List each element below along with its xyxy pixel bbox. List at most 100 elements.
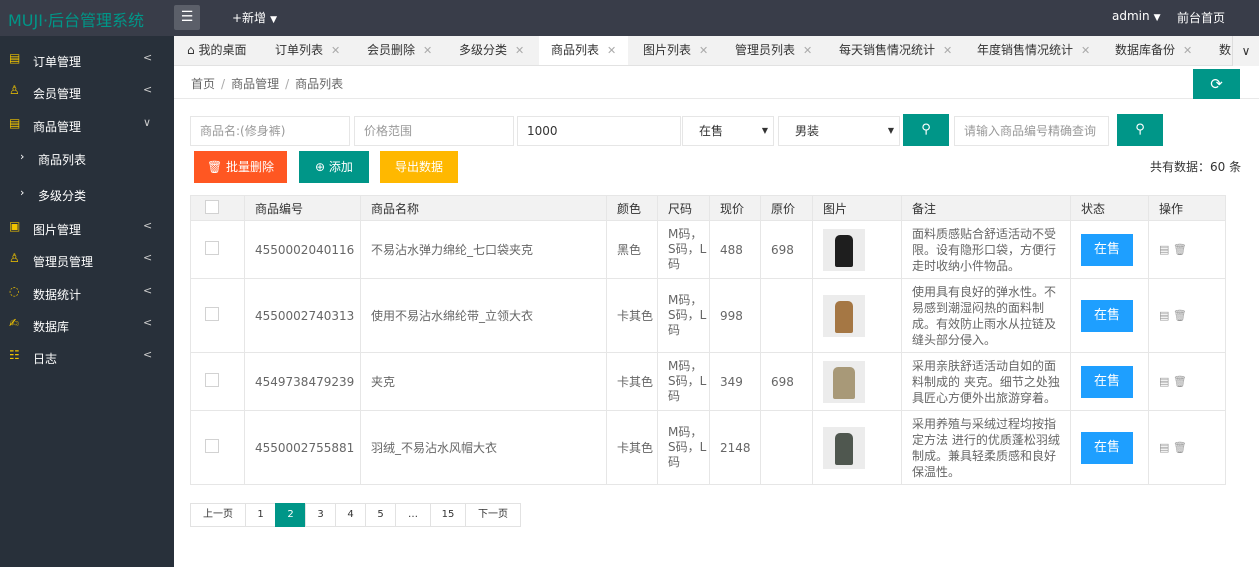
chevron-down-icon[interactable]: ∨ [1232, 36, 1259, 66]
trash-icon[interactable]: 🗑 [1173, 375, 1187, 388]
sidebar-item-logs[interactable]: ☷ 日志 < [0, 341, 174, 373]
close-icon[interactable]: ✕ [1081, 44, 1090, 57]
row-checkbox[interactable] [205, 373, 219, 387]
menu-toggle-icon[interactable]: ☰ [174, 5, 200, 30]
row-checkbox[interactable] [205, 241, 219, 255]
cell-status: 在售 [1070, 352, 1149, 411]
close-icon[interactable]: ✕ [803, 44, 812, 57]
select-all-checkbox[interactable] [205, 199, 219, 214]
cell-price: 998 [709, 278, 761, 353]
add-button[interactable]: ⊕ 添加 [299, 151, 369, 183]
edit-icon[interactable]: ▤ [1159, 243, 1169, 256]
export-button[interactable]: 导出数据 [380, 151, 458, 183]
trash-icon[interactable]: 🗑 [1173, 309, 1187, 322]
sidebar-item-product-list[interactable]: › 商品列表 [0, 143, 174, 175]
code-search-button[interactable]: ⚲ [1117, 114, 1163, 146]
tab-more-partial[interactable]: 数 [1219, 36, 1231, 65]
product-thumbnail[interactable] [823, 294, 865, 337]
edit-icon[interactable]: ▤ [1159, 309, 1169, 322]
close-icon[interactable]: ✕ [423, 44, 432, 57]
page-4[interactable]: 4 [335, 503, 366, 527]
search-button[interactable]: ⚲ [903, 114, 949, 146]
tab-images[interactable]: 图片列表 ✕ [643, 36, 708, 65]
close-icon[interactable]: ✕ [515, 44, 524, 57]
new-dropdown[interactable]: +新增 ▼ [232, 9, 277, 26]
sidebar-item-products[interactable]: ▤ 商品管理 ∨ [0, 109, 174, 141]
breadcrumb-section[interactable]: 商品管理 [231, 77, 279, 91]
page-1[interactable]: 1 [245, 503, 276, 527]
tab-categories[interactable]: 多级分类 ✕ [459, 36, 524, 65]
breadcrumb-home[interactable]: 首页 [191, 77, 215, 91]
page-15[interactable]: 15 [430, 503, 466, 527]
sidebar-item-admins[interactable]: ♙ 管理员管理 < [0, 244, 174, 276]
cell-name: 使用不易沾水绵纶带_立领大衣 [360, 278, 607, 353]
refresh-icon[interactable]: ⟳ [1193, 69, 1240, 99]
sidebar-item-orders[interactable]: ▤ 订单管理 < [0, 44, 174, 76]
cell-color: 卡其色 [606, 352, 658, 411]
status-select[interactable]: 在售 ▼ [682, 116, 774, 146]
edit-icon[interactable]: ▤ [1159, 375, 1169, 388]
table-row: 4550002040116 不易沾水弹力绵纶_七口袋夹克 黑色 M码，S码，L码… [190, 220, 1226, 279]
close-icon[interactable]: ✕ [943, 44, 952, 57]
status-badge[interactable]: 在售 [1081, 299, 1133, 332]
page-prev[interactable]: 上一页 [190, 503, 246, 527]
tab-product-list[interactable]: 商品列表 ✕ [539, 36, 629, 65]
row-checkbox-cell [190, 352, 245, 411]
product-code-input[interactable]: 请输入商品编号精确查询 [954, 116, 1109, 146]
user-menu[interactable]: admin ▼ [1112, 9, 1161, 23]
status-badge[interactable]: 在售 [1081, 365, 1133, 398]
tab-member-delete[interactable]: 会员删除 ✕ [367, 36, 432, 65]
price-range-input[interactable]: 价格范围 [354, 116, 514, 146]
trash-icon[interactable]: 🗑 [1173, 441, 1187, 454]
sidebar-item-members[interactable]: ♙ 会员管理 < [0, 76, 174, 108]
status-badge[interactable]: 在售 [1081, 233, 1133, 266]
cell-actions: ▤ 🗑 [1148, 220, 1226, 279]
tab-daily-sales[interactable]: 每天销售情况统计 ✕ [839, 36, 952, 65]
close-icon[interactable]: ✕ [607, 44, 616, 57]
price-value-input[interactable]: 1000 [517, 116, 681, 146]
trash-icon[interactable]: 🗑 [1173, 243, 1187, 256]
product-thumbnail[interactable] [823, 360, 865, 403]
product-thumbnail[interactable] [823, 426, 865, 469]
page-next[interactable]: 下一页 [465, 503, 521, 527]
tab-admins[interactable]: 管理员列表 ✕ [735, 36, 812, 65]
sidebar-item-images[interactable]: ▣ 图片管理 < [0, 212, 174, 244]
user-icon: ♙ [9, 83, 20, 97]
front-page-link[interactable]: 前台首页 [1177, 9, 1225, 26]
cell-status: 在售 [1070, 220, 1149, 279]
row-checkbox[interactable] [205, 439, 219, 453]
close-icon[interactable]: ✕ [331, 44, 340, 57]
product-thumbnail[interactable] [823, 228, 865, 271]
select-all-checkbox-cell [190, 195, 245, 221]
sidebar-item-database[interactable]: ✍ 数据库 < [0, 309, 174, 341]
cell-code: 4550002755881 [244, 410, 361, 485]
app-logo[interactable]: MUJI·后台管理系统 [8, 7, 144, 31]
status-badge[interactable]: 在售 [1081, 431, 1133, 464]
batch-delete-label: 批量删除 [226, 160, 275, 174]
user-icon: ♙ [9, 251, 20, 265]
row-checkbox[interactable] [205, 307, 219, 321]
chevron-left-icon: < [143, 251, 153, 264]
tab-orders[interactable]: 订单列表 ✕ [275, 36, 340, 65]
close-icon[interactable]: ✕ [1183, 44, 1192, 57]
tab-desktop[interactable]: ⌂ 我的桌面 [187, 36, 246, 65]
breadcrumb-page: 商品列表 [295, 77, 344, 91]
edit-icon[interactable]: ▤ [1159, 441, 1169, 454]
product-name-input[interactable]: 商品名:(修身裤) [190, 116, 350, 146]
category-select[interactable]: 男装 ▼ [778, 116, 900, 146]
breadcrumb-sep: / [221, 77, 226, 91]
tab-annual-sales[interactable]: 年度销售情况统计 ✕ [977, 36, 1090, 65]
tab-label: 会员删除 [367, 43, 416, 57]
page-3[interactable]: 3 [305, 503, 336, 527]
batch-delete-button[interactable]: 🗑 批量删除 [194, 151, 287, 183]
sidebar-item-categories[interactable]: › 多级分类 [0, 179, 174, 211]
new-label: +新增 [232, 11, 267, 25]
tab-label: 图片列表 [643, 43, 692, 57]
sidebar-item-stats[interactable]: ◌ 数据统计 < [0, 277, 174, 309]
cell-name: 羽绒_不易沾水风帽大衣 [360, 410, 607, 485]
breadcrumb-bar: 首页 / 商品管理 / 商品列表 ⟳ [174, 66, 1259, 99]
close-icon[interactable]: ✕ [699, 44, 708, 57]
tab-db-backup[interactable]: 数据库备份 ✕ [1115, 36, 1192, 65]
page-2-current[interactable]: 2 [275, 503, 306, 527]
page-5[interactable]: 5 [365, 503, 396, 527]
